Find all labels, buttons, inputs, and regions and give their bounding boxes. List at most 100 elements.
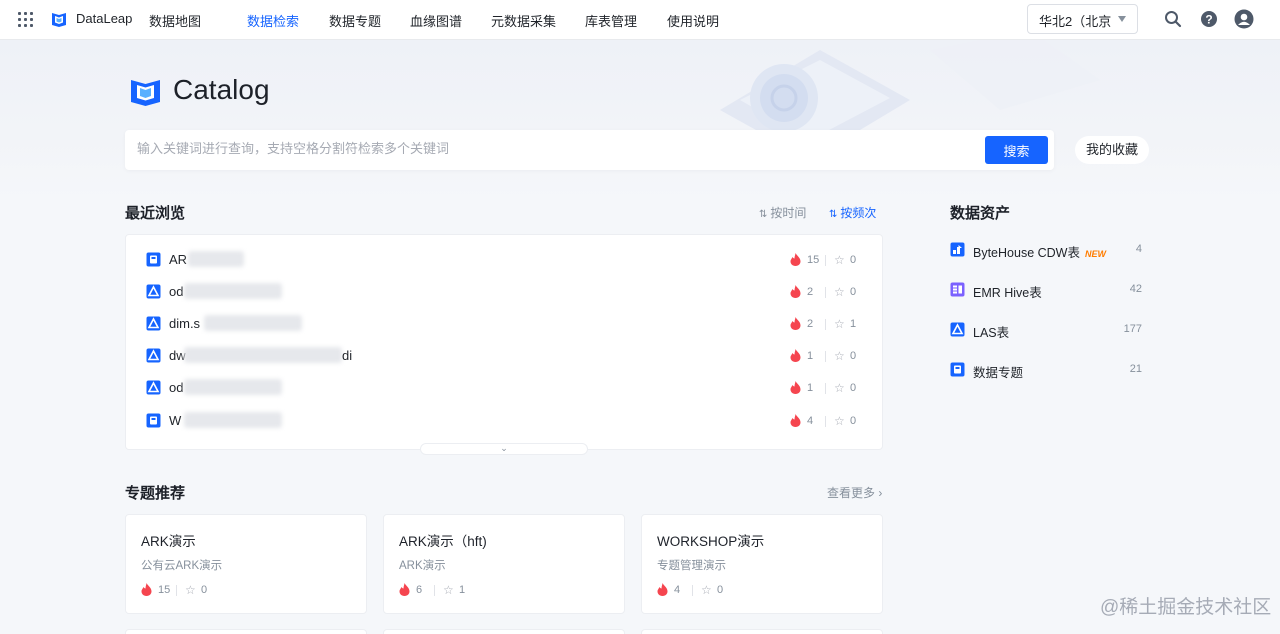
asset-count: 42: [1129, 283, 1142, 295]
asset-name: ByteHouse CDW表: [973, 246, 1080, 260]
nav-lineage[interactable]: 血缘图谱: [410, 11, 462, 30]
favorite-count: 1: [459, 584, 466, 596]
fire-icon: [790, 349, 801, 362]
las-table-icon: [146, 284, 161, 299]
favorite-count: 0: [850, 254, 857, 266]
las-table-icon: [146, 380, 161, 395]
fire-icon: [790, 317, 801, 330]
topic-card[interactable]: WORKSHOP演示 专题管理演示 4 ☆ 0: [641, 514, 883, 614]
star-icon[interactable]: ☆: [185, 583, 196, 597]
region-label: 华北2（北京: [1039, 14, 1112, 29]
asset-count: 4: [1135, 243, 1142, 255]
nav-data-topics[interactable]: 数据专题: [329, 11, 381, 30]
help-icon[interactable]: ?: [1199, 9, 1219, 29]
las-table-icon: [950, 322, 965, 337]
recent-item[interactable]: AR 15 ☆ 0: [146, 249, 866, 271]
nav-usage-guide[interactable]: 使用说明: [667, 11, 719, 30]
nav-data-map[interactable]: 数据地图: [149, 11, 201, 30]
favorite-count: 0: [850, 382, 857, 394]
sort-by-frequency[interactable]: ⇅ 按频次: [829, 204, 876, 221]
star-icon[interactable]: ☆: [834, 285, 845, 299]
fire-icon: [790, 253, 801, 266]
fire-icon: [790, 285, 801, 298]
asset-item-topics[interactable]: 数据专题 21: [950, 360, 1144, 380]
asset-item-las[interactable]: LAS表 177: [950, 320, 1144, 340]
divider: [825, 351, 826, 362]
search-input[interactable]: [137, 141, 957, 156]
recent-item[interactable]: dw di 1 ☆ 0: [146, 345, 866, 367]
topic-card-partial[interactable]: [641, 629, 883, 634]
asset-item-emr-hive[interactable]: EMR Hive表 42: [950, 280, 1144, 300]
topic-card[interactable]: ARK演示 公有云ARK演示 15 ☆ 0: [125, 514, 367, 614]
fire-icon: [790, 414, 801, 427]
search-button[interactable]: 搜索: [985, 136, 1048, 164]
search-icon[interactable]: [1163, 9, 1183, 29]
star-icon[interactable]: ☆: [834, 317, 845, 331]
divider: [692, 585, 693, 596]
star-icon[interactable]: ☆: [443, 583, 454, 597]
hot-count: 15: [158, 584, 171, 596]
topic-card[interactable]: ARK演示（hft) ARK演示 6 ☆ 1: [383, 514, 625, 614]
assets-section-title: 数据资产: [950, 205, 1011, 222]
redacted-text: [188, 251, 244, 267]
nav-metadata-collect[interactable]: 元数据采集: [491, 11, 556, 30]
item-stats: 1 ☆ 0: [790, 381, 870, 397]
nav-data-search[interactable]: 数据检索: [247, 11, 299, 30]
sort-icon: ⇅: [829, 209, 838, 220]
divider: [434, 585, 435, 596]
las-table-icon: [146, 316, 161, 331]
asset-name: 数据专题: [973, 366, 1024, 380]
star-icon[interactable]: ☆: [701, 583, 712, 597]
favorite-count: 0: [850, 286, 857, 298]
divider: [825, 416, 826, 427]
topic-card-partial[interactable]: [383, 629, 625, 634]
redacted-text: [184, 379, 282, 395]
hot-count: 15: [807, 254, 820, 266]
star-icon[interactable]: ☆: [834, 349, 845, 363]
favorite-count: 0: [717, 584, 724, 596]
favorite-count: 0: [850, 415, 857, 427]
svg-text:?: ?: [1205, 13, 1212, 27]
topic-icon: [950, 362, 965, 377]
chevron-down-icon: ⌄: [500, 443, 508, 453]
fire-icon: [657, 583, 668, 596]
fire-icon: [141, 583, 152, 596]
item-stats: 15 ☆ 0: [790, 253, 870, 269]
topic-description: ARK演示: [399, 560, 446, 572]
star-icon[interactable]: ☆: [834, 253, 845, 267]
star-icon[interactable]: ☆: [834, 414, 845, 428]
view-more-link[interactable]: 查看更多 ›: [827, 484, 882, 501]
item-stats: 1 ☆ 0: [790, 349, 870, 365]
item-stats: 2 ☆ 1: [790, 317, 870, 333]
expand-toggle[interactable]: ⌄: [420, 443, 588, 455]
view-more-label: 查看更多: [827, 486, 876, 500]
asset-count: 177: [1123, 323, 1142, 335]
sort-by-time[interactable]: ⇅ 按时间: [759, 204, 806, 221]
brand-name[interactable]: DataLeap: [76, 11, 132, 26]
recent-item[interactable]: dim.s 2 ☆ 1: [146, 313, 866, 335]
region-select[interactable]: 华北2（北京: [1027, 4, 1138, 34]
recent-item[interactable]: od 1 ☆ 0: [146, 377, 866, 399]
recent-item[interactable]: od 2 ☆ 0: [146, 281, 866, 303]
recent-item-name: od: [169, 380, 184, 395]
asset-count: 21: [1129, 363, 1142, 375]
app-grid-icon[interactable]: [18, 12, 33, 27]
emr-hive-icon: [950, 282, 965, 297]
recent-item[interactable]: W 4 ☆ 0: [146, 410, 866, 432]
hot-count: 2: [807, 318, 814, 330]
sort-by-frequency-label: 按频次: [840, 206, 877, 220]
topic-name: ARK演示: [141, 534, 196, 549]
topic-card-partial[interactable]: [125, 629, 367, 634]
star-icon[interactable]: ☆: [834, 381, 845, 395]
asset-item-bytehouse[interactable]: ByteHouse CDW表 NEW 4: [950, 240, 1144, 260]
user-avatar-icon[interactable]: [1234, 9, 1254, 29]
favorite-count: 0: [201, 584, 208, 596]
nav-table-manage[interactable]: 库表管理: [585, 11, 637, 30]
item-stats: 4 ☆ 0: [790, 414, 870, 430]
new-badge: NEW: [1084, 249, 1106, 259]
sort-icon: ⇅: [759, 209, 768, 220]
top-nav-bar: DataLeap 数据地图 数据检索 数据专题 血缘图谱 元数据采集 库表管理 …: [0, 0, 1280, 40]
my-favorites-button[interactable]: 我的收藏: [1075, 136, 1149, 164]
favorite-count: 1: [850, 318, 857, 330]
topics-section-title: 专题推荐: [125, 485, 186, 502]
